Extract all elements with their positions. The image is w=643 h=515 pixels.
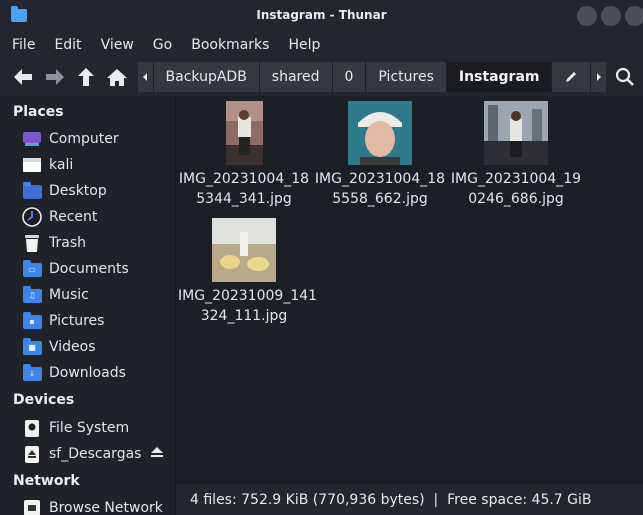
file-name-line1: IMG_20231004_18: [314, 171, 446, 187]
file-name-line2: 5344_341.jpg: [196, 191, 292, 207]
file-item[interactable]: IMG_20231004_18 5558_662.jpg: [314, 101, 446, 209]
back-icon[interactable]: [12, 66, 34, 88]
sidebar-item-label: kali: [49, 157, 74, 173]
edit-location-button[interactable]: [552, 62, 592, 92]
sidebar-item-documents[interactable]: ▭ Documents: [22, 257, 129, 281]
drive-icon: [22, 445, 42, 463]
file-name-line2: 324_111.jpg: [200, 308, 288, 324]
trash-icon: [22, 234, 42, 252]
sidebar-item-label: Browse Network: [49, 500, 163, 515]
drive-icon: [22, 419, 42, 437]
desktop-folder-icon: [22, 182, 42, 200]
sidebar-item-videos[interactable]: ■ Videos: [22, 335, 96, 359]
window-title: Instagram - Thunar: [256, 8, 387, 22]
image-thumbnail: [225, 101, 263, 165]
file-item[interactable]: IMG_20231004_19 0246_686.jpg: [450, 101, 582, 209]
up-icon[interactable]: [75, 66, 97, 88]
sidebar-item-label: Documents: [49, 261, 129, 277]
network-icon: [22, 499, 42, 515]
crumb-0[interactable]: 0: [332, 62, 367, 92]
close-button[interactable]: [625, 6, 643, 26]
recent-icon: [22, 207, 42, 227]
sidebar-item-file-system[interactable]: File System: [22, 416, 129, 440]
file-name-line2: 0246_686.jpg: [468, 191, 564, 207]
sidebar-item-pictures[interactable]: ▪ Pictures: [22, 309, 104, 333]
crumb-shared[interactable]: shared: [259, 62, 333, 92]
home-folder-icon: [22, 156, 42, 174]
pencil-icon: [566, 72, 577, 82]
image-thumbnail: [348, 101, 412, 165]
sidebar-item-desktop[interactable]: Desktop: [22, 179, 107, 203]
search-icon[interactable]: [615, 67, 635, 91]
eject-icon[interactable]: [150, 446, 164, 462]
file-view[interactable]: IMG_20231004_18 5344_341.jpg IMG_2023100…: [176, 96, 643, 484]
image-thumbnail: [484, 101, 548, 165]
sidebar-item-label: Pictures: [49, 313, 105, 329]
sidebar-item-label: Downloads: [49, 365, 126, 381]
forward-icon[interactable]: [44, 66, 66, 88]
sidebar-item-label: File System: [49, 420, 130, 436]
sidebar-item-label: Recent: [49, 209, 98, 225]
file-name-line1: IMG_20231004_18: [178, 171, 310, 187]
menu-edit[interactable]: Edit: [48, 37, 87, 53]
menu-bar: File Edit View Go Bookmarks Help: [0, 32, 643, 58]
sidebar-item-trash[interactable]: Trash: [22, 231, 86, 255]
sidebar-item-computer[interactable]: Computer: [22, 127, 119, 151]
home-icon[interactable]: [106, 66, 128, 88]
menu-help[interactable]: Help: [282, 37, 326, 53]
sidebar-item-label: Computer: [49, 131, 119, 147]
downloads-folder-icon: ↓: [22, 364, 42, 382]
path-bar: BackupADB shared 0 Pictures Instagram: [138, 62, 606, 92]
menu-file[interactable]: File: [6, 37, 41, 53]
file-name-line1: IMG_20231004_19: [450, 171, 582, 187]
menu-bookmarks[interactable]: Bookmarks: [185, 37, 275, 53]
sidebar-item-label: Videos: [49, 339, 96, 355]
music-folder-icon: ♫: [22, 286, 42, 304]
title-bar: Instagram - Thunar: [0, 0, 643, 32]
sidebar-item-recent[interactable]: Recent: [22, 205, 97, 229]
sidebar: Places Computer kali Desktop Recent Tras…: [0, 96, 176, 515]
computer-icon: [22, 130, 42, 148]
file-item[interactable]: IMG_20231009_141 324_111.jpg: [178, 218, 318, 326]
network-heading: Network: [13, 473, 80, 489]
path-scroll-right-button[interactable]: [591, 62, 606, 92]
pictures-folder-icon: ▪: [22, 312, 42, 330]
sidebar-item-browse-network[interactable]: Browse Network: [22, 496, 163, 515]
chevron-left-icon: [143, 73, 148, 81]
sidebar-item-label: Trash: [49, 235, 86, 251]
path-scroll-left-button[interactable]: [138, 62, 154, 92]
documents-folder-icon: ▭: [22, 260, 42, 278]
file-name-line2: 5558_662.jpg: [332, 191, 428, 207]
sidebar-item-label: sf_Descargas: [49, 446, 142, 462]
file-item[interactable]: IMG_20231004_18 5344_341.jpg: [178, 101, 310, 209]
menu-view[interactable]: View: [95, 37, 140, 53]
sidebar-item-label: Desktop: [49, 183, 107, 199]
menu-go[interactable]: Go: [147, 37, 178, 53]
image-thumbnail: [212, 218, 276, 282]
file-name-line1: IMG_20231009_141: [178, 288, 318, 304]
minimize-button[interactable]: [577, 6, 597, 26]
crumb-instagram[interactable]: Instagram: [446, 62, 553, 92]
sidebar-item-downloads[interactable]: ↓ Downloads: [22, 361, 126, 385]
devices-heading: Devices: [13, 392, 75, 408]
crumb-pictures[interactable]: Pictures: [366, 62, 447, 92]
videos-folder-icon: ■: [22, 338, 42, 356]
chevron-right-icon: [596, 73, 601, 81]
sidebar-item-music[interactable]: ♫ Music: [22, 283, 89, 307]
maximize-button[interactable]: [601, 6, 621, 26]
status-text: 4 files: 752.9 KiB (770,936 bytes) | Fre…: [190, 491, 592, 508]
crumb-backupadb[interactable]: BackupADB: [153, 62, 260, 92]
sidebar-item-kali[interactable]: kali: [22, 153, 73, 177]
sidebar-item-label: Music: [49, 287, 89, 303]
places-heading: Places: [13, 104, 64, 120]
sidebar-item-sf-descargas[interactable]: sf_Descargas: [22, 442, 164, 466]
status-bar: 4 files: 752.9 KiB (770,936 bytes) | Fre…: [176, 484, 643, 515]
